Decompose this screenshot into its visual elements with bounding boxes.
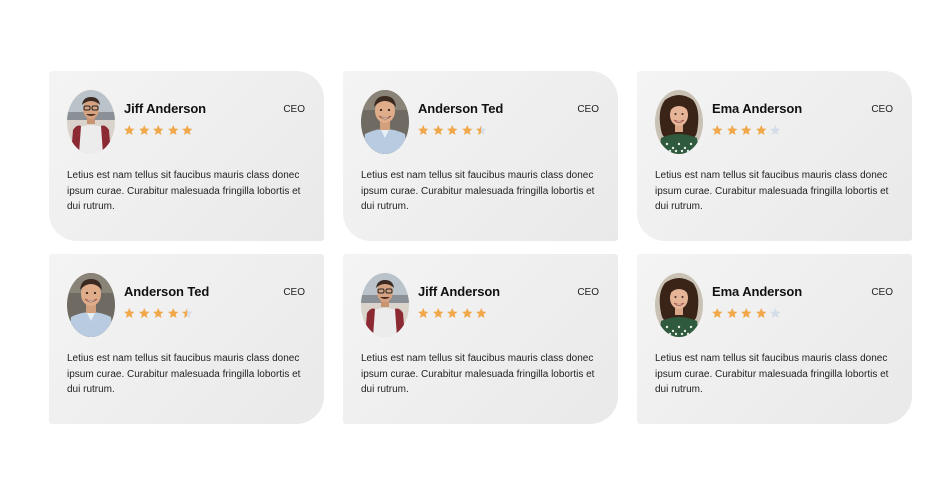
author-name: Jiff Anderson (418, 284, 501, 299)
man-glasses-avatar (67, 90, 115, 154)
author-name: Anderson Ted (124, 284, 210, 299)
star-filled-icon (138, 308, 149, 318)
star-filled-icon (741, 125, 752, 135)
author-name: Anderson Ted (418, 101, 504, 116)
testimonial-card: Anderson Ted CEO Letius est nam tellus s… (49, 254, 324, 424)
star-filled-icon (167, 308, 178, 318)
star-filled-icon (138, 125, 149, 135)
star-filled-icon (153, 125, 164, 135)
star-rating (123, 124, 194, 137)
star-filled-icon (432, 308, 443, 318)
testimonials-grid: Jiff Anderson CEO Letius est nam tellus … (49, 71, 912, 424)
star-filled-icon (447, 125, 458, 135)
testimonial-card: Jiff Anderson CEO Letius est nam tellus … (343, 254, 618, 424)
star-filled-icon (712, 308, 723, 318)
author-role: CEO (871, 104, 893, 115)
testimonial-text: Letius est nam tellus sit faucibus mauri… (361, 170, 595, 212)
testimonial-text: Letius est nam tellus sit faucibus mauri… (67, 353, 301, 395)
author-role: CEO (577, 104, 599, 115)
testimonial-text: Letius est nam tellus sit faucibus mauri… (361, 353, 595, 395)
star-filled-icon (153, 308, 164, 318)
testimonial-text: Letius est nam tellus sit faucibus mauri… (655, 353, 889, 395)
star-filled-icon (726, 125, 737, 135)
author-name: Jiff Anderson (124, 101, 207, 116)
star-filled-icon (167, 125, 178, 135)
star-filled-icon (741, 308, 752, 318)
star-rating (417, 124, 488, 137)
author-role: CEO (283, 287, 305, 298)
man-smiling-avatar (67, 273, 115, 337)
star-filled-icon (755, 125, 766, 135)
man-smiling-avatar (361, 90, 409, 154)
author-name: Ema Anderson (712, 101, 803, 116)
star-half-icon (476, 125, 487, 135)
star-rating (417, 307, 488, 320)
star-rating (711, 307, 782, 320)
testimonial-card: Anderson Ted CEO Letius est nam tellus s… (343, 71, 618, 241)
star-rating (123, 307, 194, 320)
star-filled-icon (432, 125, 443, 135)
testimonial-card: Jiff Anderson CEO Letius est nam tellus … (49, 71, 324, 241)
star-filled-icon (124, 308, 135, 318)
star-filled-icon (726, 308, 737, 318)
testimonial-text: Letius est nam tellus sit faucibus mauri… (67, 170, 301, 212)
testimonial-text: Letius est nam tellus sit faucibus mauri… (655, 170, 889, 212)
woman-curly-avatar (655, 273, 703, 337)
star-filled-icon (124, 125, 135, 135)
star-filled-icon (755, 308, 766, 318)
star-empty-icon (770, 308, 781, 318)
star-filled-icon (712, 125, 723, 135)
star-filled-icon (461, 308, 472, 318)
star-filled-icon (461, 125, 472, 135)
testimonial-card: Ema Anderson CEO Letius est nam tellus s… (637, 71, 912, 241)
star-filled-icon (418, 308, 429, 318)
star-rating (711, 124, 782, 137)
man-glasses-avatar (361, 273, 409, 337)
woman-curly-avatar (655, 90, 703, 154)
author-role: CEO (283, 104, 305, 115)
star-filled-icon (418, 125, 429, 135)
star-filled-icon (476, 308, 487, 318)
author-name: Ema Anderson (712, 284, 803, 299)
author-role: CEO (577, 287, 599, 298)
star-filled-icon (447, 308, 458, 318)
author-role: CEO (871, 287, 893, 298)
star-empty-icon (770, 125, 781, 135)
star-filled-icon (182, 125, 193, 135)
testimonial-card: Ema Anderson CEO Letius est nam tellus s… (637, 254, 912, 424)
star-half-icon (182, 308, 193, 318)
